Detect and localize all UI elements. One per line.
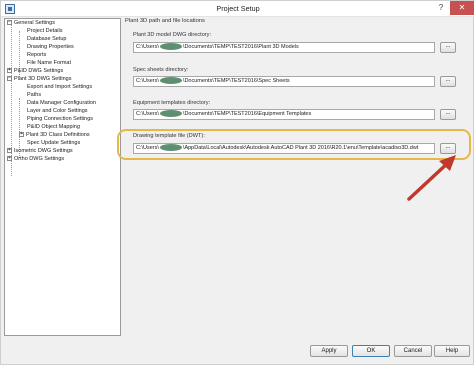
tree-item-piping-connection-settings[interactable]: Piping Connection Settings: [27, 116, 93, 123]
settings-tree: − General Settings Project Details Databa…: [4, 18, 121, 336]
project-setup-dialog: Project Setup ? ✕ − General Settings Proj…: [0, 0, 474, 365]
tree-item-ortho-dwg-settings[interactable]: + Ortho DWG Settings: [7, 156, 64, 163]
tree-item-pid-dwg-settings[interactable]: + P&ID DWG Settings: [7, 68, 63, 75]
tree-item-isometric-dwg-settings[interactable]: + Isometric DWG Settings: [7, 148, 73, 155]
tree-item-database-setup[interactable]: Database Setup: [27, 36, 66, 43]
expand-icon[interactable]: +: [19, 132, 24, 138]
model-dir-input[interactable]: C:\Users\ \Documents\TEMP\TEST2016\Plant …: [133, 42, 435, 53]
close-icon[interactable]: ✕: [450, 1, 474, 15]
tree-item-plant3d-dwg-settings[interactable]: − Plant 3D DWG Settings: [7, 76, 71, 83]
tree-item-file-name-format[interactable]: File Name Format: [27, 60, 71, 67]
ok-button[interactable]: OK: [352, 345, 390, 357]
redaction-mark: [159, 77, 182, 85]
expand-icon[interactable]: +: [7, 148, 12, 154]
tree-item-export-import-settings[interactable]: Export and Import Settings: [27, 84, 92, 91]
model-dir-browse-button[interactable]: ...: [440, 42, 456, 53]
tree-item-plant3d-class-definitions[interactable]: + Plant 3D Class Definitions: [19, 132, 90, 139]
tree-item-reports[interactable]: Reports: [27, 52, 46, 59]
help-button[interactable]: Help: [434, 345, 470, 357]
model-dir-label: Plant 3D model DWG directory:: [133, 32, 212, 38]
spec-sheets-label: Spec sheets directory:: [133, 67, 189, 73]
tree-item-general-settings[interactable]: − General Settings: [7, 20, 55, 27]
highlight-oval: [117, 129, 471, 160]
help-icon[interactable]: ?: [433, 1, 449, 15]
section-title: Plant 3D path and file locations: [125, 18, 205, 24]
tree-item-paths[interactable]: Paths: [27, 92, 41, 99]
spec-sheets-input[interactable]: C:\Users\ \Documents\TEMP\TEST2016\Spec S…: [133, 76, 435, 87]
redaction-mark: [159, 110, 182, 118]
paths-panel: Plant 3D path and file locations Plant 3…: [125, 18, 471, 336]
redaction-mark: [159, 43, 182, 51]
equipment-templates-label: Equipment templates directory:: [133, 100, 211, 106]
tree-item-drawing-properties[interactable]: Drawing Properties: [27, 44, 74, 51]
spec-sheets-browse-button[interactable]: ...: [440, 76, 456, 87]
dialog-footer: Apply OK Cancel Help: [1, 340, 474, 366]
collapse-icon[interactable]: −: [7, 76, 12, 82]
expand-icon[interactable]: +: [7, 68, 12, 74]
apply-button[interactable]: Apply: [310, 345, 348, 357]
expand-icon[interactable]: +: [7, 156, 12, 162]
window-title: Project Setup: [216, 4, 260, 13]
collapse-icon[interactable]: −: [7, 20, 12, 26]
tree-item-pid-object-mapping[interactable]: P&ID Object Mapping: [27, 124, 80, 131]
equipment-templates-input[interactable]: C:\Users\ \Documents\TEMP\TEST2016\Equipm…: [133, 109, 435, 120]
tree-item-spec-update-settings[interactable]: Spec Update Settings: [27, 140, 80, 147]
tree-item-layer-color-settings[interactable]: Layer and Color Settings: [27, 108, 88, 115]
tree-item-data-manager-configuration[interactable]: Data Manager Configuration: [27, 100, 96, 107]
cancel-button[interactable]: Cancel: [394, 345, 432, 357]
tree-item-project-details[interactable]: Project Details: [27, 28, 62, 35]
equipment-templates-browse-button[interactable]: ...: [440, 109, 456, 120]
title-bar: Project Setup ? ✕: [1, 1, 474, 17]
